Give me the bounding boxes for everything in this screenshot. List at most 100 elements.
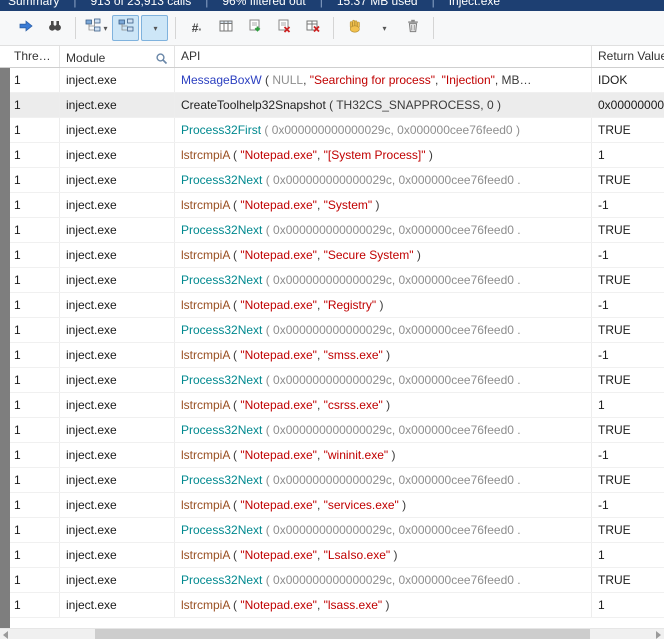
table-row[interactable]: 1 inject.exe Process32Next ( 0x000000000… bbox=[10, 168, 664, 193]
grid-red-x-icon bbox=[305, 18, 321, 39]
export-button[interactable] bbox=[241, 15, 268, 41]
cell-thread: 1 bbox=[10, 593, 60, 617]
view-tree-button[interactable]: ▾ bbox=[83, 15, 110, 41]
grid-body: 1 inject.exe MessageBoxW ( NULL, "Search… bbox=[10, 68, 664, 618]
column-header-thread[interactable]: Thre… bbox=[0, 46, 60, 67]
cell-thread: 1 bbox=[10, 443, 60, 467]
table-row[interactable]: 1 inject.exe lstrcmpiA ( "Notepad.exe", … bbox=[10, 443, 664, 468]
org-tree-icon bbox=[118, 18, 134, 39]
cell-return: -1 bbox=[592, 443, 664, 467]
toolbar-separator bbox=[75, 17, 76, 39]
cell-module: inject.exe bbox=[60, 293, 175, 317]
table-row[interactable]: 1 inject.exe Process32Next ( 0x000000000… bbox=[10, 568, 664, 593]
cell-thread: 1 bbox=[10, 493, 60, 517]
cell-api: Process32Next ( 0x000000000000029c, 0x00… bbox=[175, 518, 592, 542]
remove-filter-button[interactable] bbox=[299, 15, 326, 41]
cell-api: CreateToolhelp32Snapshot ( TH32CS_SNAPPR… bbox=[175, 93, 592, 117]
api-params: ( 0x000000000000029c, 0x000000cee76feed0… bbox=[262, 473, 520, 487]
cell-api: lstrcmpiA ( "Notepad.exe", "smss.exe" ) bbox=[175, 343, 592, 367]
horizontal-scrollbar[interactable] bbox=[0, 628, 664, 639]
api-name: Process32Next bbox=[181, 423, 262, 437]
scrollbar-thumb[interactable] bbox=[95, 629, 590, 639]
cell-return: TRUE bbox=[592, 568, 664, 592]
toolbar-separator bbox=[175, 17, 176, 39]
table-row[interactable]: 1 inject.exe Process32Next ( 0x000000000… bbox=[10, 218, 664, 243]
scrollbar-right-arrow[interactable] bbox=[656, 631, 661, 639]
api-params: ( "Notepad.exe", "csrss.exe" ) bbox=[230, 398, 390, 412]
table-row[interactable]: 1 inject.exe lstrcmpiA ( "Notepad.exe", … bbox=[10, 393, 664, 418]
cell-return: TRUE bbox=[592, 168, 664, 192]
columns-button[interactable] bbox=[212, 15, 239, 41]
scrollbar-left-arrow[interactable] bbox=[3, 631, 8, 639]
resume-button[interactable] bbox=[12, 15, 39, 41]
table-row[interactable]: 1 inject.exe Process32Next ( 0x000000000… bbox=[10, 368, 664, 393]
break-button[interactable] bbox=[341, 15, 368, 41]
cell-module: inject.exe bbox=[60, 343, 175, 367]
clear-display-button[interactable] bbox=[270, 15, 297, 41]
cell-api: Process32Next ( 0x000000000000029c, 0x00… bbox=[175, 368, 592, 392]
table-row[interactable]: 1 inject.exe lstrcmpiA ( "Notepad.exe", … bbox=[10, 143, 664, 168]
api-name: Process32Next bbox=[181, 223, 262, 237]
cell-api: Process32Next ( 0x000000000000029c, 0x00… bbox=[175, 268, 592, 292]
cell-thread: 1 bbox=[10, 468, 60, 492]
cell-api: lstrcmpiA ( "Notepad.exe", "wininit.exe"… bbox=[175, 443, 592, 467]
table-row[interactable]: 1 inject.exe Process32Next ( 0x000000000… bbox=[10, 418, 664, 443]
api-name: lstrcmpiA bbox=[181, 248, 230, 262]
blue-right-arrow-icon bbox=[18, 18, 34, 39]
view-dropdown-button[interactable]: ▾ bbox=[141, 15, 168, 41]
table-row[interactable]: 1 inject.exe Process32Next ( 0x000000000… bbox=[10, 268, 664, 293]
table-row[interactable]: 1 inject.exe lstrcmpiA ( "Notepad.exe", … bbox=[10, 293, 664, 318]
table-row[interactable]: 1 inject.exe CreateToolhelp32Snapshot ( … bbox=[10, 93, 664, 118]
table-row[interactable]: 1 inject.exe lstrcmpiA ( "Notepad.exe", … bbox=[10, 493, 664, 518]
api-name: Process32Next bbox=[181, 173, 262, 187]
column-header-return[interactable]: Return Value bbox=[592, 46, 664, 67]
table-row[interactable]: 1 inject.exe Process32Next ( 0x000000000… bbox=[10, 318, 664, 343]
api-params: ( 0x000000000000029c, 0x000000cee76feed0… bbox=[262, 523, 520, 537]
yellow-hand-icon bbox=[347, 18, 363, 39]
cell-api: lstrcmpiA ( "Notepad.exe", "LsaIso.exe" … bbox=[175, 543, 592, 567]
api-params: ( "Notepad.exe", "Secure System" ) bbox=[230, 248, 421, 262]
table-row[interactable]: 1 inject.exe lstrcmpiA ( "Notepad.exe", … bbox=[10, 543, 664, 568]
summary-item: 15.37 MB used bbox=[337, 0, 418, 8]
cell-api: lstrcmpiA ( "Notepad.exe", "Secure Syste… bbox=[175, 243, 592, 267]
table-row[interactable]: 1 inject.exe lstrcmpiA ( "Notepad.exe", … bbox=[10, 343, 664, 368]
table-row[interactable]: 1 inject.exe MessageBoxW ( NULL, "Search… bbox=[10, 68, 664, 93]
trash-icon bbox=[405, 18, 421, 39]
cell-return: TRUE bbox=[592, 318, 664, 342]
api-params: ( "Notepad.exe", "services.exe" ) bbox=[230, 498, 406, 512]
api-name: Process32Next bbox=[181, 273, 262, 287]
summary-items: Summary|913 of 23,913 calls|96% filtered… bbox=[8, 0, 500, 10]
api-name: lstrcmpiA bbox=[181, 148, 230, 162]
table-row[interactable]: 1 inject.exe Process32First ( 0x00000000… bbox=[10, 118, 664, 143]
column-header-api[interactable]: API bbox=[175, 46, 592, 67]
cell-return: TRUE bbox=[592, 218, 664, 242]
break-dropdown-button[interactable]: ▾ bbox=[370, 15, 397, 41]
cell-module: inject.exe bbox=[60, 68, 175, 92]
table-row[interactable]: 1 inject.exe lstrcmpiA ( "Notepad.exe", … bbox=[10, 243, 664, 268]
table-row[interactable]: 1 inject.exe lstrcmpiA ( "Notepad.exe", … bbox=[10, 593, 664, 618]
table-row[interactable]: 1 inject.exe Process32Next ( 0x000000000… bbox=[10, 518, 664, 543]
find-button[interactable] bbox=[41, 15, 68, 41]
cell-module: inject.exe bbox=[60, 443, 175, 467]
delete-button[interactable] bbox=[399, 15, 426, 41]
cell-return: -1 bbox=[592, 343, 664, 367]
table-row[interactable]: 1 inject.exe Process32Next ( 0x000000000… bbox=[10, 468, 664, 493]
table-row[interactable]: 1 inject.exe lstrcmpiA ( "Notepad.exe", … bbox=[10, 193, 664, 218]
autosize-button[interactable]: #▪ bbox=[183, 15, 210, 41]
grid-header: Thre… Module API Return Value bbox=[0, 46, 664, 68]
toolbar-separator bbox=[333, 17, 334, 39]
cell-module: inject.exe bbox=[60, 93, 175, 117]
cell-module: inject.exe bbox=[60, 518, 175, 542]
cell-api: Process32First ( 0x000000000000029c, 0x0… bbox=[175, 118, 592, 142]
column-header-module[interactable]: Module bbox=[60, 46, 175, 67]
api-params: ( TH32CS_SNAPPROCESS, 0 ) bbox=[326, 98, 501, 112]
cell-return: -1 bbox=[592, 193, 664, 217]
view-grouped-button[interactable] bbox=[112, 15, 139, 41]
summary-bar: Summary|913 of 23,913 calls|96% filtered… bbox=[0, 0, 664, 11]
cell-api: Process32Next ( 0x000000000000029c, 0x00… bbox=[175, 318, 592, 342]
cell-thread: 1 bbox=[10, 168, 60, 192]
cell-return: 1 bbox=[592, 593, 664, 617]
api-name: Process32Next bbox=[181, 323, 262, 337]
api-call-list: 1 inject.exe MessageBoxW ( NULL, "Search… bbox=[0, 68, 664, 628]
cell-api: Process32Next ( 0x000000000000029c, 0x00… bbox=[175, 568, 592, 592]
